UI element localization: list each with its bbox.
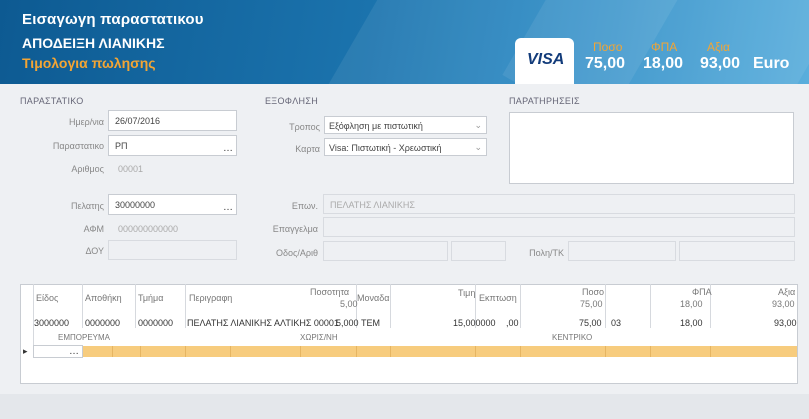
total-label: Αξια (707, 40, 730, 54)
row-dept[interactable]: 0000000 (138, 318, 173, 328)
card-label: Καρτα (295, 144, 320, 154)
col-sum[interactable]: Ποσο (582, 287, 604, 297)
card-value: Visa: Πιστωτική - Χρεωστική (329, 143, 442, 153)
number-value: 00001 (118, 164, 144, 174)
row-vat-code[interactable]: 03 (611, 318, 621, 328)
chevron-down-icon: ⌄ (474, 142, 482, 152)
row-total[interactable]: 93,00 (774, 318, 797, 328)
row-vat[interactable]: 18,00 (680, 318, 703, 328)
document-section-title: ΠΑΡΑΣΤΑΤΙΚΟ (20, 96, 84, 106)
row-discount[interactable]: ,00 (506, 318, 519, 328)
postal-code-field (679, 241, 795, 261)
vat-summary: 18,00 (680, 299, 703, 309)
customer-field[interactable]: 30000000 … (108, 194, 237, 215)
col-unit[interactable]: Μοναδα (357, 293, 389, 303)
address-number-field (451, 241, 506, 261)
row-marker-icon: ▸ (23, 346, 28, 356)
quantity-summary: 5,00 (340, 299, 358, 309)
date-label: Ημερ/νια (68, 117, 104, 127)
customer-label: Πελατης (71, 201, 104, 211)
footer-bar (0, 394, 809, 419)
chevron-down-icon: ⌄ (474, 120, 482, 130)
city-field (568, 241, 676, 261)
doy-field (108, 240, 237, 260)
row-warehouse[interactable]: 0000000 (85, 318, 120, 328)
afm-value: 000000000000 (118, 224, 179, 234)
sum-summary: 75,00 (580, 299, 603, 309)
row-item[interactable]: 3000000 (34, 318, 69, 328)
document-type: ΑΠΟΔΕΙΞΗ ΛΙΑΝΙΚΗΣ (22, 35, 165, 51)
method-value: Εξόφληση με πιστωτική (329, 121, 423, 131)
sum-value: 75,00 (585, 55, 626, 72)
notes-section-title: ΠΑΡΑΤΗΡΗΣΕΙΣ (509, 96, 580, 106)
city-label: Πολη/ΤΚ (529, 248, 564, 258)
currency-label: Euro (753, 55, 790, 72)
col-discount[interactable]: Εκπτωση (479, 293, 517, 303)
pricing-type: Τιμολογια πωλησης (22, 55, 156, 71)
vat-label: ΦΠΑ (651, 40, 678, 54)
new-row-item-field[interactable]: … (33, 345, 83, 358)
row-unit[interactable]: ΤΕΜ (361, 318, 380, 328)
visa-logo: VISA (527, 51, 565, 68)
doy-label: ΔΟΥ (85, 246, 104, 256)
new-row[interactable] (33, 346, 797, 357)
row-sum[interactable]: 75,00 (579, 318, 602, 328)
series-field[interactable]: ΡΠ … (108, 135, 237, 156)
address-label: Οδος/Αριθ (276, 248, 318, 258)
sum-label: Ποσο (593, 40, 623, 54)
series-lookup-button[interactable]: … (223, 143, 233, 154)
col-item[interactable]: Είδος (36, 293, 58, 303)
afm-label: ΑΦΜ (83, 224, 104, 234)
sub-label-center: ΚΕΝΤΡΙΚΟ (552, 333, 593, 342)
payment-section-title: ΕΞΟΦΛΗΣΗ (265, 96, 319, 106)
method-select[interactable]: Εξόφληση με πιστωτική ⌄ (324, 116, 487, 134)
page-title: Εισαγωγη παραστατικου (22, 11, 204, 28)
row-quantity[interactable]: 5,000 (336, 318, 359, 328)
vat-value: 18,00 (643, 55, 684, 72)
sub-label-expense: ΧΩΡΙΣ/ΝΗ (300, 333, 338, 342)
card-select[interactable]: Visa: Πιστωτική - Χρεωστική ⌄ (324, 138, 487, 156)
new-row-lookup-button[interactable]: … (69, 346, 79, 357)
occupation-field (323, 217, 795, 237)
col-warehouse[interactable]: Αποθήκη (85, 293, 122, 303)
notes-textarea[interactable] (509, 112, 794, 184)
col-quantity[interactable]: Ποσοτητα (310, 287, 349, 297)
name-label: Επων. (291, 201, 318, 211)
customer-lookup-button[interactable]: … (223, 202, 233, 213)
address-field (323, 241, 448, 261)
col-dept[interactable]: Τμήμα (138, 293, 163, 303)
method-label: Τροπος (289, 122, 320, 132)
date-field[interactable]: 26/07/2016 (108, 110, 237, 131)
col-total[interactable]: Αξια (778, 287, 795, 297)
name-field: ΠΕΛΑΤΗΣ ΛΙΑΝΙΚΗΣ (323, 194, 795, 214)
row-price[interactable]: 15,000000 (453, 318, 496, 328)
total-summary: 93,00 (772, 299, 795, 309)
series-label: Παραστατικο (52, 141, 104, 151)
col-vat[interactable]: ΦΠΑ (692, 287, 712, 297)
series-value: ΡΠ (115, 141, 128, 151)
occupation-label: Επαγγελμα (272, 224, 318, 234)
row-description[interactable]: ΠΕΛΑΤΗΣ ΛΙΑΝΙΚΗΣ ΑΛΤΙΚΗΣ 00001 (187, 318, 339, 328)
col-description[interactable]: Περιγραφη (189, 293, 232, 303)
sub-label-merchant: ΕΜΠΟΡΕΥΜΑ (58, 333, 111, 342)
total-value: 93,00 (700, 55, 741, 72)
customer-value: 30000000 (115, 200, 156, 210)
number-label: Αριθμος (71, 164, 104, 174)
col-price[interactable]: Τιμη (458, 288, 475, 298)
